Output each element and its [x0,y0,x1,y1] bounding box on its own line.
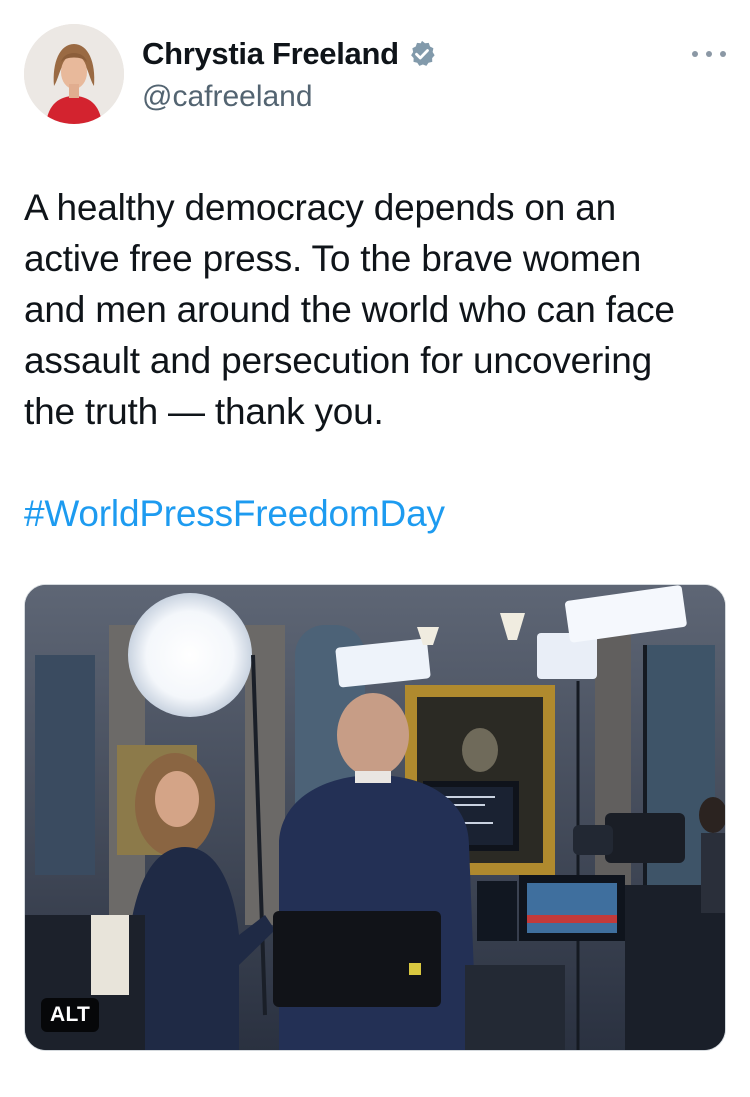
alt-text-badge[interactable]: ALT [41,998,100,1032]
profile-photo [24,24,124,124]
verified-badge-icon [407,39,437,69]
more-options-icon[interactable] [692,48,726,60]
tweet-header: Chrystia Freeland @cafreeland [24,24,726,128]
tweet-text-line: and men around the world who can face [24,289,675,330]
interview-photo [25,585,725,1050]
display-name[interactable]: Chrystia Freeland [142,36,399,72]
tweet-text: A healthy democracy depends on an active… [24,182,724,437]
tweet-text-line: active free press. To the brave women [24,238,642,279]
hashtag-link[interactable]: #WorldPressFreedomDay [24,488,445,539]
tweet-text-line: A healthy democracy depends on an [24,187,616,228]
tweet-text-line: assault and persecution for uncovering [24,340,652,381]
tweet-photo[interactable]: ALT [24,584,726,1051]
name-row: Chrystia Freeland [142,36,437,72]
tweet-text-line: the truth — thank you. [24,391,384,432]
avatar[interactable] [24,24,124,124]
user-handle[interactable]: @cafreeland [142,80,313,114]
